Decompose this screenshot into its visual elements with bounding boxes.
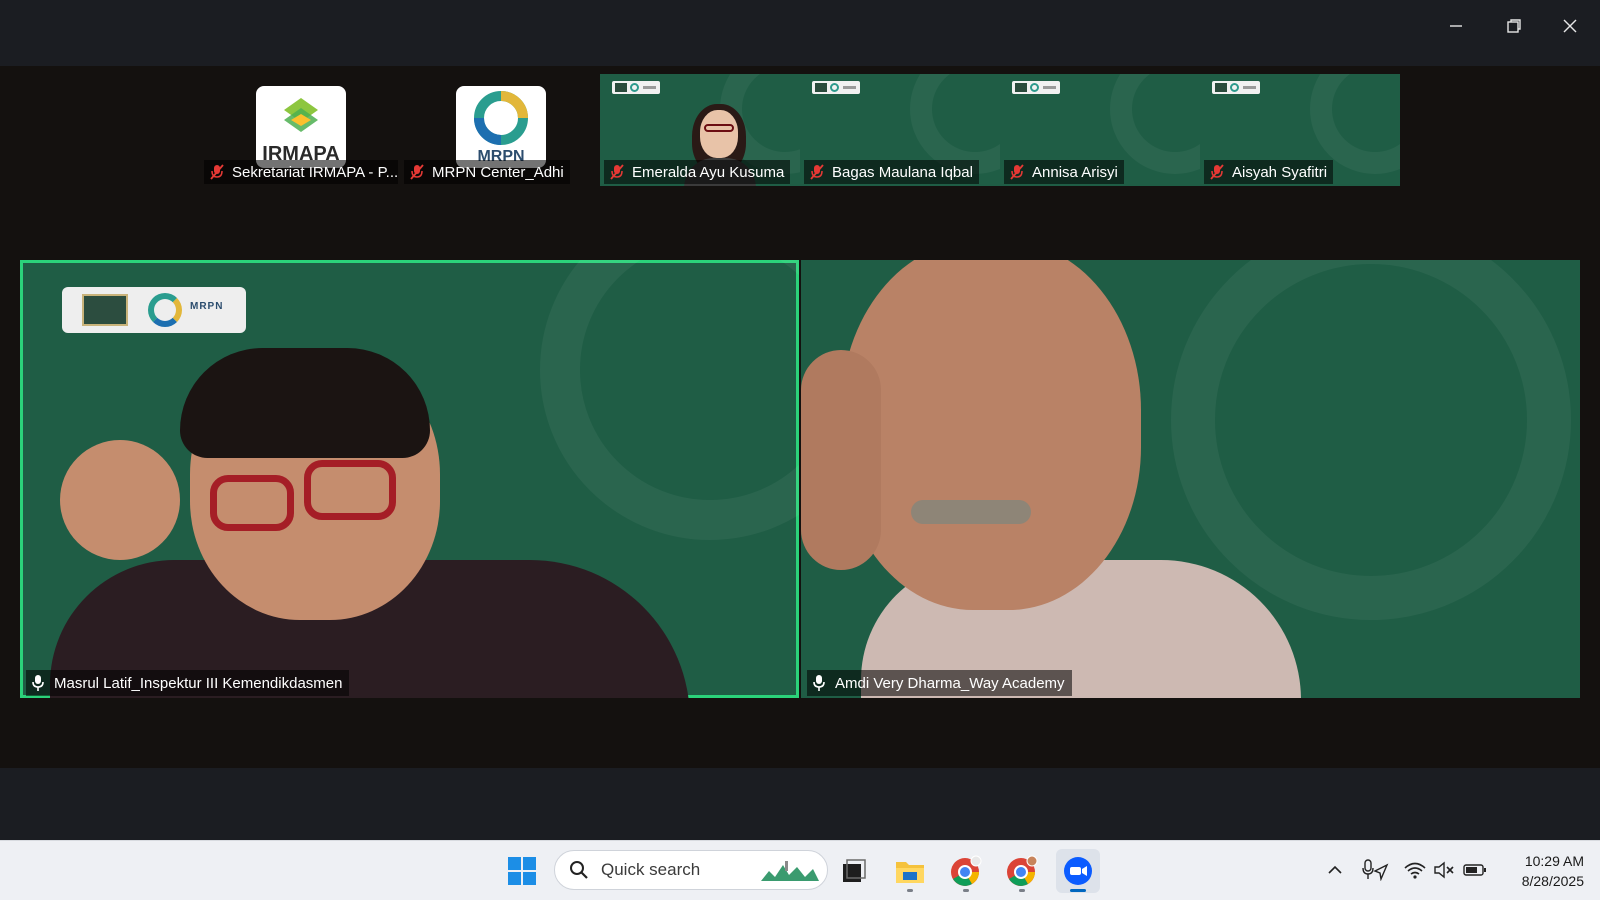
participant-name: MRPN Center_Adhi xyxy=(432,163,564,181)
minimize-button[interactable] xyxy=(1430,8,1482,44)
participant-name: Sekretariat IRMAPA - P... xyxy=(232,163,398,181)
minimize-icon xyxy=(1450,25,1462,27)
org-badge xyxy=(812,81,860,94)
participant-name-tag: Aisyah Syafitri xyxy=(1204,160,1334,184)
meeting-lower-area xyxy=(0,768,1600,840)
background-watermark xyxy=(1171,260,1571,620)
running-indicator xyxy=(907,889,913,892)
speaker-name: Amdi Very Dharma_Way Academy xyxy=(835,674,1065,692)
org-badge xyxy=(1212,81,1260,94)
network-button[interactable] xyxy=(1400,855,1430,885)
close-button[interactable] xyxy=(1544,8,1596,44)
system-clock[interactable]: 10:29 AM 8/28/2025 xyxy=(1484,851,1584,891)
participant-name-tag: Emeralda Ayu Kusuma xyxy=(604,160,791,184)
participant-tile[interactable]: IRMAPA Sekretariat IRMAPA - P... xyxy=(200,74,400,186)
participant-tile[interactable]: Annisa Arisyi xyxy=(1000,74,1200,186)
participant-name: Emeralda Ayu Kusuma xyxy=(632,163,785,181)
clock-date: 8/28/2025 xyxy=(1521,873,1584,889)
chrome-profile-2-button[interactable] xyxy=(1000,849,1044,893)
active-indicator xyxy=(1070,889,1086,892)
zoom-icon xyxy=(1064,857,1092,885)
start-button[interactable] xyxy=(500,849,544,893)
speaker-name: Masrul Latif_Inspektur III Kemendikdasme… xyxy=(54,674,343,692)
speaker-view: MRPN Masrul Latif_Inspektur III Kemendik… xyxy=(0,194,1600,768)
chevron-up-icon xyxy=(1328,865,1342,874)
chrome-profile-1-button[interactable] xyxy=(944,849,988,893)
participant-name: Bagas Maulana Iqbal xyxy=(832,163,973,181)
zoom-button[interactable] xyxy=(1056,849,1100,893)
chrome-icon xyxy=(1007,855,1038,886)
microphone-in-use-button[interactable] xyxy=(1360,855,1390,885)
participant-gallery-strip: IRMAPA Sekretariat IRMAPA - P... MRPN MR… xyxy=(0,66,1600,194)
participant-name-tag: Annisa Arisyi xyxy=(1004,160,1124,184)
org-logo-text: MRPN xyxy=(190,301,224,312)
search-input[interactable]: Quick search xyxy=(554,850,828,890)
speaker-muted-icon xyxy=(1434,861,1454,879)
audio-icon xyxy=(813,675,825,691)
mrpn-logo-icon xyxy=(474,91,528,145)
mic-muted-icon xyxy=(1210,164,1224,180)
irmapa-logo-icon xyxy=(284,98,318,132)
org-logo-badge: MRPN xyxy=(62,287,246,333)
participant-name-tag: Sekretariat IRMAPA - P... xyxy=(204,160,398,184)
speaker-name-tag: Amdi Very Dharma_Way Academy xyxy=(807,670,1072,696)
mic-muted-icon xyxy=(610,164,624,180)
participant-name-tag: MRPN Center_Adhi xyxy=(404,160,570,184)
wifi-icon xyxy=(1404,862,1426,879)
mic-muted-icon xyxy=(410,164,424,180)
microphone-location-icon xyxy=(1362,859,1389,881)
background-watermark xyxy=(1110,74,1200,174)
irmapa-logo: IRMAPA xyxy=(256,86,346,168)
clock-time: 10:29 AM xyxy=(1524,853,1584,869)
file-explorer-button[interactable] xyxy=(888,849,932,893)
mic-muted-icon xyxy=(210,164,224,180)
windows-taskbar: Quick search 10:29 AM 8/28/2025 xyxy=(0,840,1600,900)
participant-name: Annisa Arisyi xyxy=(1032,163,1118,181)
audio-icon xyxy=(32,675,44,691)
title-bar xyxy=(0,0,1600,66)
background-watermark xyxy=(1310,74,1400,174)
close-icon xyxy=(1563,19,1577,33)
restore-button[interactable] xyxy=(1488,8,1540,44)
participant-name: Aisyah Syafitri xyxy=(1232,163,1328,181)
participant-tile[interactable]: Emeralda Ayu Kusuma xyxy=(600,74,800,186)
restore-icon xyxy=(1507,19,1521,33)
org-badge xyxy=(1012,81,1060,94)
task-view-icon xyxy=(843,859,866,882)
speaker-tile-active[interactable]: MRPN Masrul Latif_Inspektur III Kemendik… xyxy=(20,260,799,698)
participant-tile[interactable]: Aisyah Syafitri xyxy=(1200,74,1400,186)
search-icon xyxy=(570,861,588,879)
mic-muted-icon xyxy=(1010,164,1024,180)
chrome-icon xyxy=(951,855,982,886)
windows-start-icon xyxy=(508,857,536,885)
running-indicator xyxy=(1019,889,1025,892)
background-watermark xyxy=(910,74,1000,174)
org-badge xyxy=(612,81,660,94)
show-hidden-icons-button[interactable] xyxy=(1320,855,1350,885)
folder-icon xyxy=(896,862,924,883)
speaker-tile[interactable]: Amdi Very Dharma_Way Academy xyxy=(801,260,1580,698)
running-indicator xyxy=(963,889,969,892)
search-placeholder: Quick search xyxy=(601,860,701,879)
search-highlight-icon xyxy=(761,861,819,881)
volume-button[interactable] xyxy=(1430,855,1460,885)
participant-tile[interactable]: Bagas Maulana Iqbal xyxy=(800,74,1000,186)
mic-muted-icon xyxy=(810,164,824,180)
participant-tile[interactable]: MRPN MRPN Center_Adhi xyxy=(400,74,600,186)
task-view-button[interactable] xyxy=(832,849,876,893)
zoom-meeting-window: IRMAPA Sekretariat IRMAPA - P... MRPN MR… xyxy=(0,0,1600,900)
background-watermark xyxy=(540,260,799,540)
mrpn-logo: MRPN xyxy=(456,86,546,168)
speaker-name-tag: Masrul Latif_Inspektur III Kemendikdasme… xyxy=(26,670,350,696)
participant-name-tag: Bagas Maulana Iqbal xyxy=(804,160,979,184)
